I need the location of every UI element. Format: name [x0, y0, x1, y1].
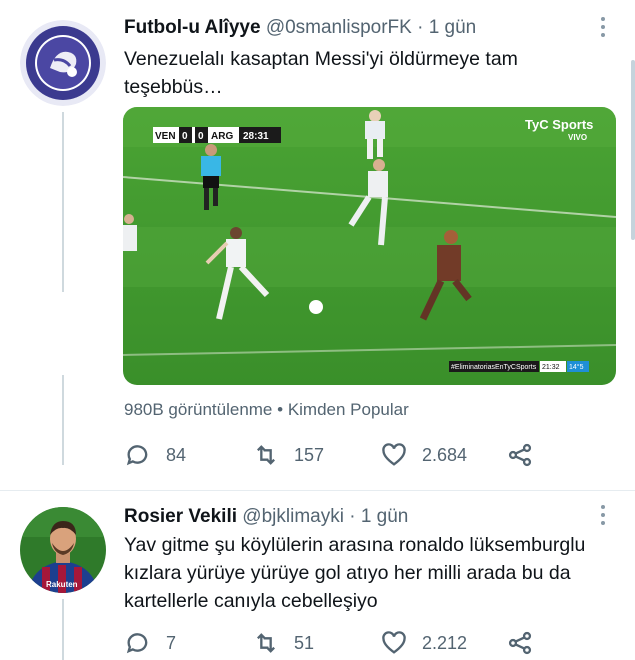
- svg-text:#EliminatoriasEnTyCSports: #EliminatoriasEnTyCSports: [451, 364, 537, 371]
- ball: [309, 300, 323, 314]
- timestamp[interactable]: 1 gün: [361, 506, 409, 527]
- like-count: 2.684: [422, 444, 468, 465]
- jersey-sponsor: Rakuten: [46, 580, 78, 589]
- like-button[interactable]: 2.212: [380, 628, 467, 658]
- club-crest-icon: [20, 20, 106, 106]
- views-text: 980B görüntülenme: [124, 400, 273, 419]
- thread-line: [62, 599, 64, 660]
- tweet-header: Rosier Vekili @bjklimayki · 1 gün: [124, 506, 408, 528]
- thread-line: [62, 112, 64, 292]
- team-away: ARG: [211, 131, 233, 142]
- action-bar: 7 51 2.212: [124, 628, 544, 658]
- scoreboard: VEN 0 0 ARG 28:31: [153, 127, 281, 143]
- like-count: 2.212: [422, 632, 468, 653]
- retweet-count: 51: [294, 632, 315, 653]
- username[interactable]: @bjklimayki: [242, 506, 344, 527]
- username[interactable]: @0smanlisporFK: [266, 17, 412, 38]
- retweet-button[interactable]: 157: [252, 440, 324, 470]
- svg-text:14°5: 14°5: [569, 363, 584, 371]
- hashtag-banner: #EliminatoriasEnTyCSports 21:32 14°5: [449, 361, 589, 372]
- team-home: VEN: [155, 131, 176, 142]
- share-button[interactable]: [506, 628, 534, 658]
- svg-text:21:32: 21:32: [542, 364, 560, 371]
- tweet-2[interactable]: Rakuten Rosier Vekili @bjklimayki · 1 gü…: [0, 491, 635, 660]
- svg-text:TyC Sports: TyC Sports: [525, 117, 593, 132]
- share-button[interactable]: [506, 440, 534, 470]
- video-frame: VEN 0 0 ARG 28:31 TyC Sports VIVO #Elimi…: [123, 107, 616, 385]
- source-label[interactable]: Kimden Popular: [288, 400, 409, 419]
- reply-icon: [126, 633, 148, 654]
- retweet-icon: [257, 445, 275, 465]
- share-icon: [508, 443, 532, 467]
- retweet-icon: [257, 633, 275, 653]
- thread-line: [62, 375, 64, 465]
- separator: ·: [349, 506, 356, 527]
- match-clock: 28:31: [243, 131, 269, 142]
- svg-text:VIVO: VIVO: [568, 133, 587, 142]
- reply-count: 7: [166, 632, 177, 653]
- avatar[interactable]: Rakuten: [20, 507, 106, 593]
- tweet-1[interactable]: Futbol-u Alîyye @0smanlisporFK · 1 gün V…: [0, 0, 635, 490]
- display-name[interactable]: Futbol-u Alîyye: [124, 17, 261, 38]
- more-options-icon[interactable]: [601, 17, 607, 41]
- separator: ·: [417, 17, 424, 38]
- reply-icon: [126, 445, 148, 466]
- display-name[interactable]: Rosier Vekili: [124, 506, 237, 527]
- reply-button[interactable]: 84: [124, 440, 186, 470]
- tweet-video[interactable]: VEN 0 0 ARG 28:31 TyC Sports VIVO #Elimi…: [123, 107, 616, 385]
- reply-button[interactable]: 7: [124, 628, 176, 658]
- separator: •: [277, 400, 288, 419]
- avatar[interactable]: [20, 20, 106, 106]
- action-bar: 84 157 2.684: [124, 440, 544, 470]
- tweet-header: Futbol-u Alîyye @0smanlisporFK · 1 gün: [124, 17, 476, 39]
- more-options-icon[interactable]: [601, 505, 607, 529]
- timestamp[interactable]: 1 gün: [429, 17, 477, 38]
- home-goals: 0: [182, 131, 188, 142]
- reply-count: 84: [166, 444, 187, 465]
- like-button[interactable]: 2.684: [380, 440, 467, 470]
- view-count: 980B görüntülenme • Kimden Popular: [124, 400, 409, 420]
- away-goals: 0: [198, 131, 204, 142]
- tweet-text: Yav gitme şu köylülerin arasına ronaldo …: [124, 534, 586, 612]
- retweet-button[interactable]: 51: [252, 628, 314, 658]
- tweet-text: Venezuelalı kasaptan Messi'yi öldürmeye …: [124, 48, 518, 98]
- heart-icon: [382, 443, 406, 466]
- retweet-count: 157: [294, 444, 325, 465]
- heart-icon: [382, 631, 406, 654]
- player-avatar-icon: Rakuten: [20, 507, 106, 593]
- share-icon: [508, 631, 532, 655]
